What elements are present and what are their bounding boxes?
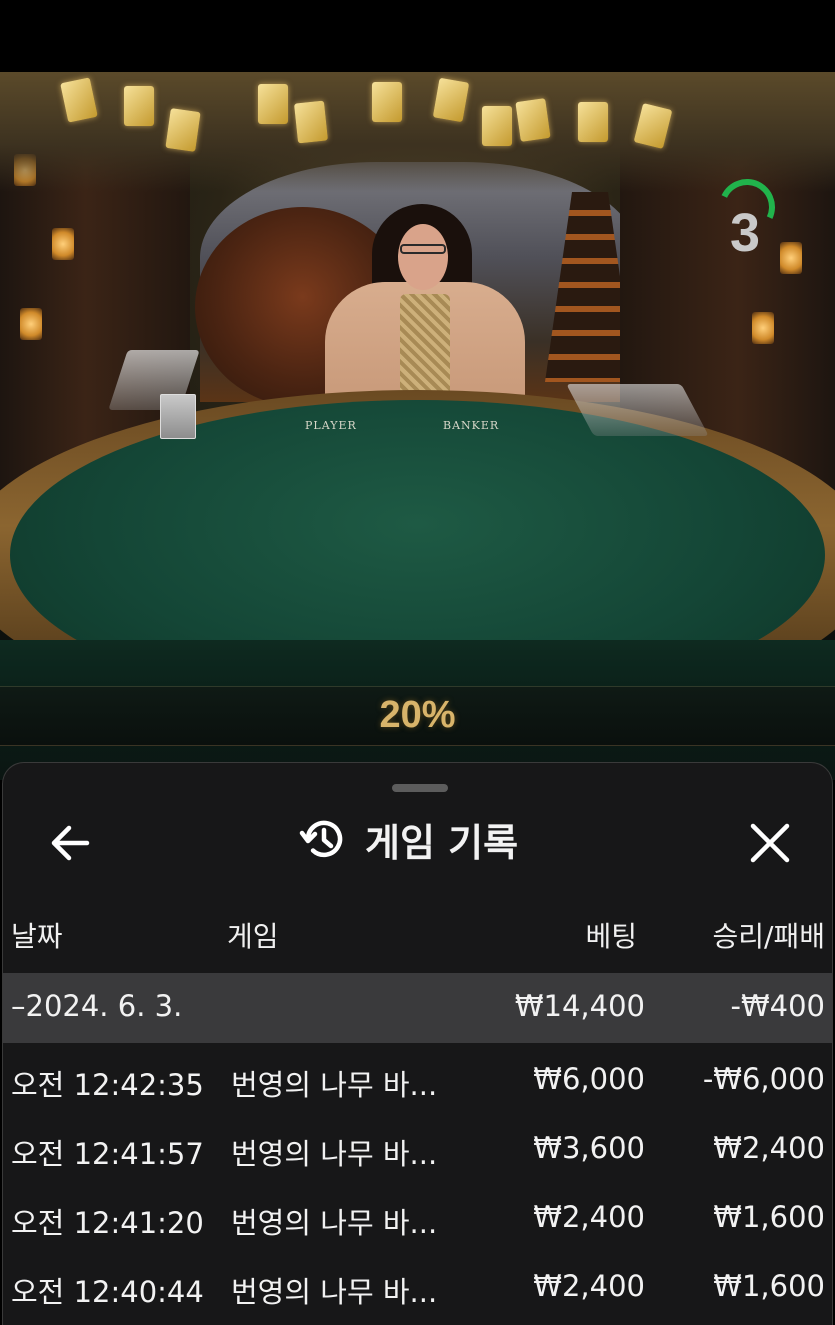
player-area-label: PLAYER (305, 419, 357, 432)
sheet-title-text: 게임 기록 (365, 820, 519, 865)
lantern (780, 242, 802, 274)
date-group-date: –2024. 6. 3. (11, 989, 183, 1023)
dealer-face (398, 224, 448, 290)
date-group-row[interactable]: –2024. 6. 3. ₩14,400 -₩400 (3, 973, 832, 1043)
golden-card-decoration (515, 98, 551, 142)
golden-card-decoration (482, 106, 512, 146)
row-bet: ₩2,400 (533, 1269, 645, 1303)
row-game: 번영의 나무 바... (231, 1068, 438, 1102)
lantern (52, 228, 74, 260)
column-header-game: 게임 (227, 920, 279, 953)
close-button[interactable] (741, 815, 799, 871)
golden-card-decoration (578, 102, 608, 142)
row-time: 오전 12:42:35 (11, 1068, 204, 1102)
close-icon (750, 823, 790, 863)
arrow-left-icon (51, 825, 90, 861)
row-time: 오전 12:41:57 (11, 1137, 204, 1171)
discard-tray (160, 394, 196, 439)
lantern (752, 312, 774, 344)
golden-card-decoration (165, 108, 201, 152)
status-bar (0, 0, 835, 72)
row-game: 번영의 나무 바... (231, 1206, 438, 1240)
history-row[interactable]: 오전 12:41:20 번영의 나무 바... ₩2,400 ₩1,600 (3, 1184, 832, 1250)
golden-card-decoration (258, 84, 288, 124)
progress-percentage: 20% (379, 694, 456, 736)
row-bet: ₩6,000 (533, 1062, 645, 1096)
history-icon (299, 820, 343, 858)
dealer-glasses (400, 244, 446, 254)
row-time: 오전 12:41:20 (11, 1206, 204, 1240)
row-time: 오전 12:40:44 (11, 1275, 204, 1309)
lantern (20, 308, 42, 340)
sheet-title: 게임 기록 (299, 809, 518, 869)
dealer-dress (400, 294, 450, 404)
back-button[interactable] (43, 815, 99, 871)
history-row[interactable]: 오전 12:42:35 번영의 나무 바... ₩6,000 -₩6,000 (3, 1046, 832, 1112)
column-header-date: 날짜 (11, 920, 63, 953)
golden-card-decoration (124, 86, 154, 126)
row-bet: ₩3,600 (533, 1131, 645, 1165)
date-group-bet-total: ₩14,400 (514, 989, 645, 1023)
date-group-result-total: -₩400 (730, 989, 826, 1023)
column-header-result: 승리/패배 (712, 920, 825, 953)
sheet-drag-handle[interactable] (392, 784, 448, 792)
row-result: ₩1,600 (713, 1269, 825, 1303)
live-video-stage: PLAYER BANKER 3 (0, 72, 835, 692)
golden-card-decoration (372, 82, 402, 122)
banker-area-label: BANKER (443, 419, 500, 432)
row-result: ₩2,400 (713, 1131, 825, 1165)
column-header-bet: 베팅 (585, 920, 637, 953)
row-game: 번영의 나무 바... (231, 1275, 438, 1309)
row-result: ₩1,600 (713, 1200, 825, 1234)
countdown-timer: 3 (729, 203, 761, 263)
history-row[interactable]: 오전 12:41:57 번영의 나무 바... ₩3,600 ₩2,400 (3, 1115, 832, 1181)
history-row[interactable]: 오전 12:40:44 번영의 나무 바... ₩2,400 ₩1,600 (3, 1253, 832, 1319)
golden-card-decoration (293, 100, 329, 144)
row-game: 번영의 나무 바... (231, 1137, 438, 1171)
row-bet: ₩2,400 (533, 1200, 645, 1234)
row-result: -₩6,000 (702, 1062, 825, 1096)
game-history-sheet: 게임 기록 날짜 게임 베팅 승리/패배 –2024. 6. 3. ₩14,40… (2, 762, 833, 1325)
